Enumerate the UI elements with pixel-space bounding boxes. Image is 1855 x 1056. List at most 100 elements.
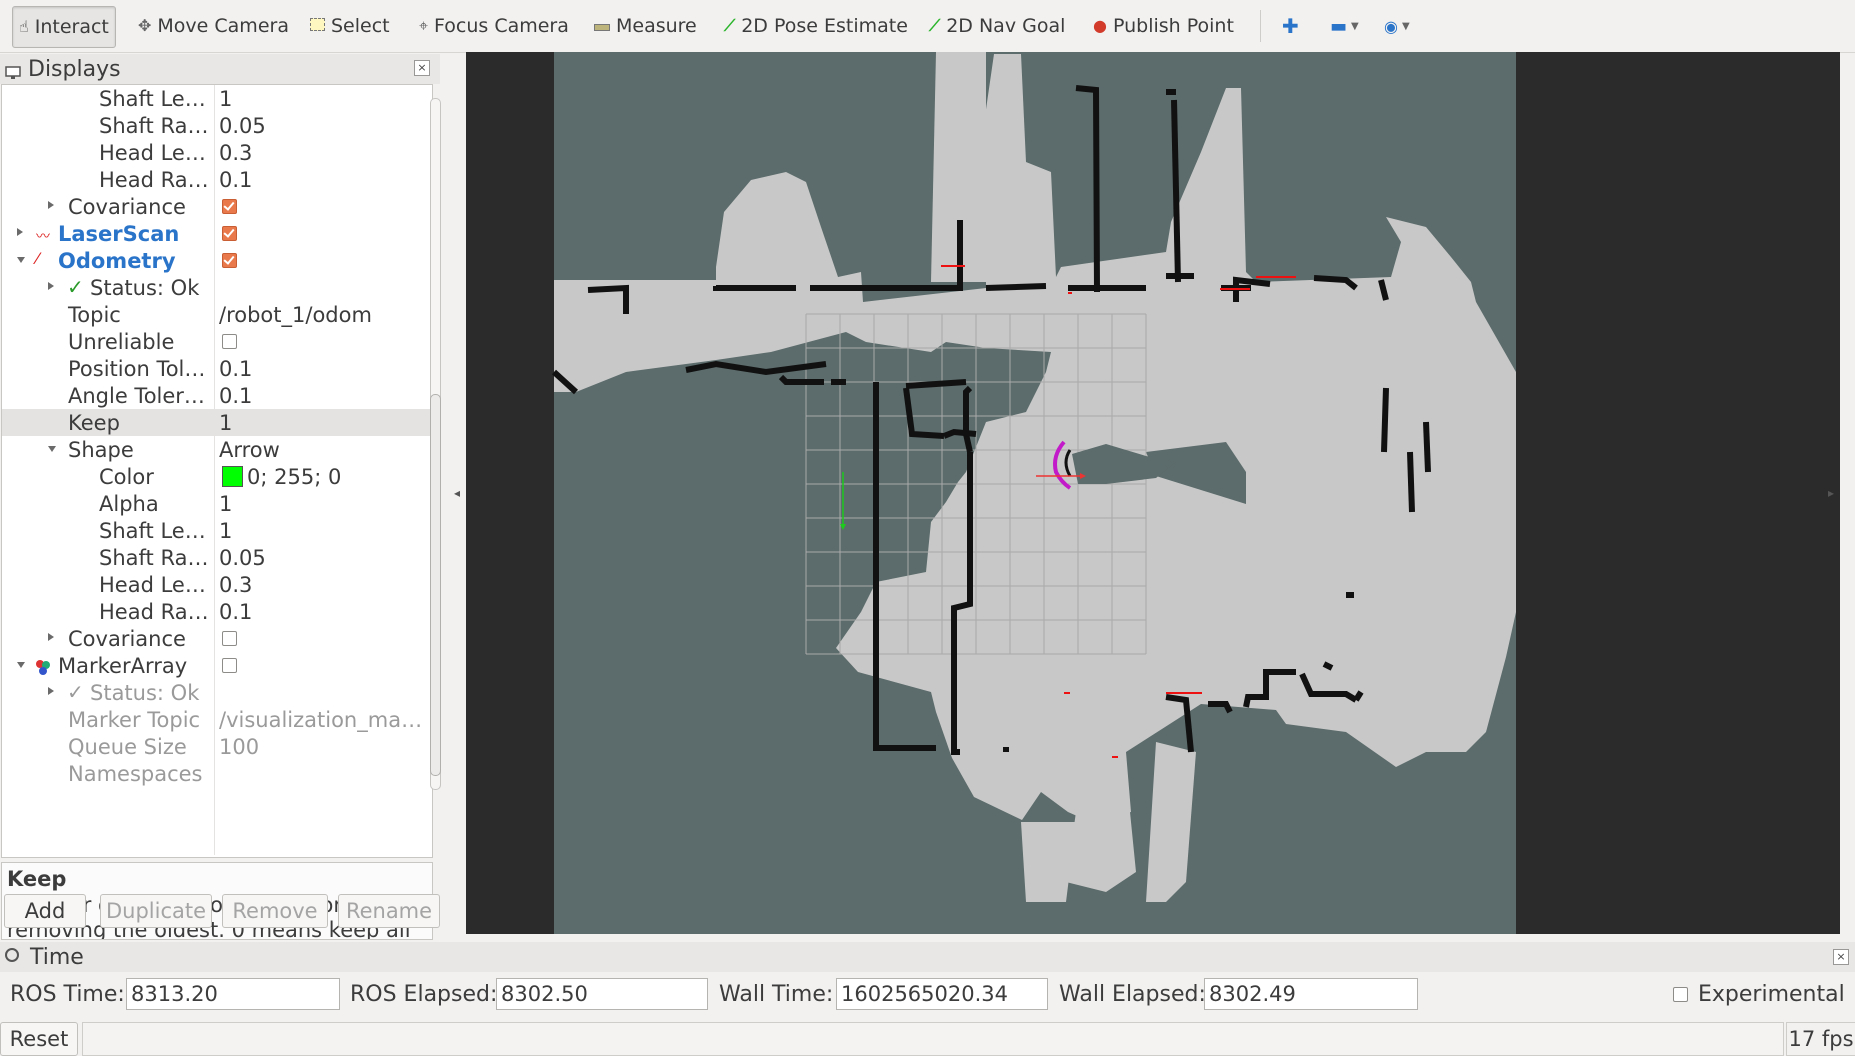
tree-row-queue-size[interactable]: Queue Size 100 — [2, 733, 430, 760]
tree-row-head-radius[interactable]: Head Ra… 0.1 — [2, 598, 430, 625]
tree-row-color[interactable]: Color 0; 255; 0 — [2, 463, 430, 490]
focus-camera-tool-button[interactable]: ⌖ Focus Camera — [419, 6, 569, 46]
collapse-arrow-icon[interactable] — [17, 662, 25, 668]
tree-row-value[interactable]: 0.1 — [219, 357, 252, 381]
tree-row-value[interactable]: 0.05 — [219, 546, 266, 570]
tree-row-namespaces[interactable]: Namespaces — [2, 760, 430, 787]
displays-title-bar: Displays × — [0, 54, 440, 84]
tree-row-value[interactable]: /robot_1/odom — [219, 303, 372, 327]
tree-row-value[interactable]: 0.1 — [219, 600, 252, 624]
move-camera-tool-button[interactable]: ✥ Move Camera — [138, 6, 289, 46]
tree-row-label: Color — [99, 465, 154, 489]
tree-row-label: LaserScan — [58, 222, 180, 246]
scrollbar-thumb[interactable] — [430, 394, 441, 776]
reset-button[interactable]: Reset — [0, 1022, 78, 1056]
covariance-checkbox[interactable] — [222, 631, 237, 646]
tree-row-unreliable[interactable]: Unreliable — [2, 328, 430, 355]
interact-tool-label: Interact — [34, 16, 109, 38]
tree-row-shaft-length[interactable]: Shaft Le… 1 — [2, 517, 430, 544]
tree-row-shaft-length[interactable]: Shaft Le… 1 — [2, 85, 430, 112]
tree-row-marker-topic[interactable]: Marker Topic /visualization_ma… — [2, 706, 430, 733]
laserscan-icon: 〰 — [36, 229, 50, 245]
tree-row-position-tolerance[interactable]: Position Tol… 0.1 — [2, 355, 430, 382]
collapse-arrow-icon[interactable] — [48, 446, 56, 452]
tree-row-shaft-radius[interactable]: Shaft Ra… 0.05 — [2, 544, 430, 571]
tree-row-value[interactable]: /visualization_ma… — [219, 708, 422, 732]
tree-row-value[interactable]: 0; 255; 0 — [247, 465, 341, 489]
measure-tool-button[interactable]: Measure — [594, 6, 697, 46]
publish-point-tool-button[interactable]: ● Publish Point — [1093, 6, 1234, 46]
unreliable-checkbox[interactable] — [222, 334, 237, 349]
tree-row-value[interactable]: Arrow — [219, 438, 280, 462]
ros-time-field[interactable]: 8313.20 — [126, 978, 340, 1010]
map-canvas[interactable] — [466, 52, 1840, 934]
chevron-down-icon: ▼ — [1351, 20, 1359, 32]
remove-button[interactable]: Remove — [222, 894, 328, 928]
collapse-arrow-icon[interactable] — [17, 257, 25, 263]
tree-row-laserscan[interactable]: 〰 LaserScan — [2, 220, 430, 247]
close-icon[interactable]: × — [414, 60, 430, 76]
remove-tool-button[interactable]: ▬ ▼ — [1330, 6, 1359, 46]
add-tool-button[interactable]: ✚ — [1282, 6, 1299, 46]
expand-arrow-icon[interactable] — [48, 687, 54, 695]
tree-row-head-length[interactable]: Head Le… 0.3 — [2, 571, 430, 598]
select-box-icon — [310, 18, 325, 34]
add-button[interactable]: Add — [4, 894, 86, 928]
interact-tool-button[interactable]: ☝ Interact — [12, 6, 116, 48]
tree-row-head-length[interactable]: Head Le… 0.3 — [2, 139, 430, 166]
markerarray-checkbox[interactable] — [222, 658, 237, 673]
tree-row-shape[interactable]: Shape Arrow — [2, 436, 430, 463]
tree-row-value[interactable]: 1 — [219, 519, 232, 543]
tree-row-covariance[interactable]: Covariance — [2, 193, 430, 220]
tree-row-value[interactable]: 1 — [219, 492, 232, 516]
tree-row-shaft-radius[interactable]: Shaft Ra… 0.05 — [2, 112, 430, 139]
tree-row-markerarray[interactable]: MarkerArray — [2, 652, 430, 679]
expand-arrow-icon[interactable] — [48, 201, 54, 209]
experimental-checkbox[interactable] — [1673, 987, 1688, 1002]
tree-row-label: Odometry — [58, 249, 176, 273]
focus-crosshair-icon: ⌖ — [419, 16, 429, 35]
tree-row-status[interactable]: ✓ Status: Ok — [2, 679, 430, 706]
ros-elapsed-field[interactable]: 8302.50 — [496, 978, 708, 1010]
move-camera-tool-label: Move Camera — [157, 15, 289, 37]
wall-elapsed-field[interactable]: 8302.49 — [1204, 978, 1418, 1010]
tree-row-angle-tolerance[interactable]: Angle Toler… 0.1 — [2, 382, 430, 409]
wall-time-field[interactable]: 1602565020.34 — [836, 978, 1048, 1010]
tree-row-value[interactable]: 0.3 — [219, 141, 252, 165]
tree-row-keep[interactable]: Keep 1 — [2, 409, 430, 436]
tree-row-label: Shaft Le… — [99, 87, 206, 111]
collapse-left-icon[interactable]: ◂ — [454, 486, 460, 500]
tree-row-value[interactable]: 0.3 — [219, 573, 252, 597]
tree-row-value[interactable]: 1 — [219, 411, 232, 435]
odometry-checkbox[interactable] — [222, 253, 237, 268]
tree-row-value[interactable]: 1 — [219, 87, 232, 111]
tree-row-alpha[interactable]: Alpha 1 — [2, 490, 430, 517]
tree-scrollbar[interactable] — [428, 84, 441, 804]
tree-row-value[interactable]: 0.1 — [219, 168, 252, 192]
covariance-checkbox[interactable] — [222, 199, 237, 214]
laserscan-checkbox[interactable] — [222, 226, 237, 241]
pose-estimate-tool-button[interactable]: ⟋ 2D Pose Estimate — [724, 6, 908, 46]
rename-button[interactable]: Rename — [338, 894, 440, 928]
tree-row-covariance[interactable]: Covariance — [2, 625, 430, 652]
tree-row-status[interactable]: ✓ Status: Ok — [2, 274, 430, 301]
tree-row-value[interactable]: 100 — [219, 735, 259, 759]
tree-row-value[interactable]: 0.05 — [219, 114, 266, 138]
render-viewport[interactable]: ▸ — [466, 52, 1840, 934]
tree-row-label: Marker Topic — [68, 708, 201, 732]
collapse-right-icon[interactable]: ▸ — [1828, 486, 1834, 500]
expand-arrow-icon[interactable] — [48, 282, 54, 290]
select-tool-button[interactable]: Select — [310, 6, 390, 46]
expand-arrow-icon[interactable] — [48, 633, 54, 641]
tree-row-odometry[interactable]: ⁄ Odometry — [2, 247, 430, 274]
duplicate-button[interactable]: Duplicate — [100, 894, 212, 928]
tree-row-head-radius[interactable]: Head Ra… 0.1 — [2, 166, 430, 193]
nav-goal-tool-button[interactable]: ⟋ 2D Nav Goal — [929, 6, 1065, 46]
view-panels-button[interactable]: ◉ ▼ — [1384, 6, 1410, 46]
color-swatch[interactable] — [222, 466, 243, 487]
expand-arrow-icon[interactable] — [17, 228, 23, 236]
tree-row-topic[interactable]: Topic /robot_1/odom — [2, 301, 430, 328]
close-icon[interactable]: × — [1833, 949, 1849, 965]
tree-row-value[interactable]: 0.1 — [219, 384, 252, 408]
tree-row-label: Shaft Ra… — [99, 546, 209, 570]
